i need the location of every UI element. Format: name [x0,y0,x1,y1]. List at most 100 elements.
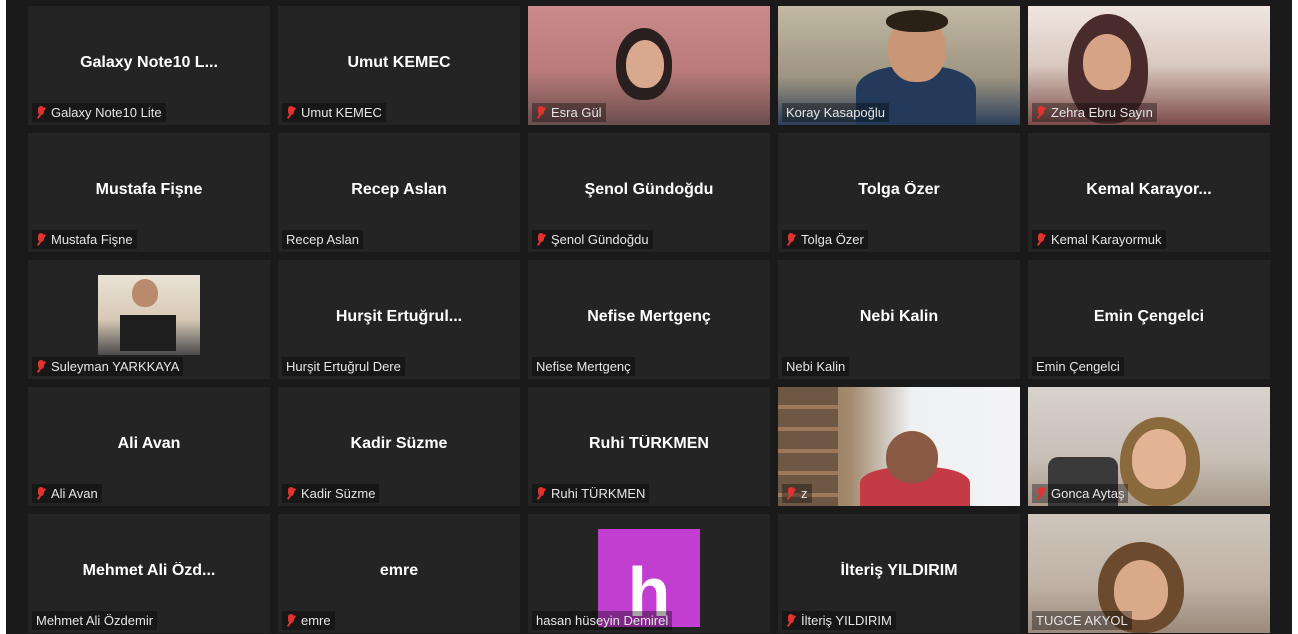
participant-label: TUGCE AKYOL [1032,611,1132,630]
participant-display-name: Galaxy Note10 L... [80,54,218,71]
participant-label: emre [282,611,335,630]
participant-label: Ali Avan [32,484,102,503]
participant-name: Galaxy Note10 Lite [51,105,162,120]
participant-label: z [782,484,812,503]
participant-tile[interactable]: Esra Gül [528,6,770,125]
participant-label: Esra Gül [532,103,606,122]
participant-tile[interactable]: Kadir Süzme Kadir Süzme [278,387,520,506]
participant-tile[interactable]: h hasan hüseyin Demirel [528,514,770,633]
participant-name: Kadir Süzme [301,486,376,501]
participant-label: Tolga Özer [782,230,868,249]
participant-label: Kadir Süzme [282,484,380,503]
participant-tile[interactable]: Tolga Özer Tolga Özer [778,133,1020,252]
participant-tile[interactable]: Gonca Aytaş [1028,387,1270,506]
participant-display-name: Tolga Özer [858,181,940,198]
participant-tile[interactable]: Hurşit Ertuğrul... Hurşit Ertuğrul Dere [278,260,520,379]
participant-grid: Galaxy Note10 L... Galaxy Note10 Lite Um… [28,6,1270,633]
participant-label: Nefise Mertgenç [532,357,635,376]
participant-display-name: Ali Avan [117,435,181,452]
participant-label: Ruhi TÜRKMEN [532,484,650,503]
participant-name: Umut KEMEC [301,105,382,120]
participant-profile-picture [98,275,200,355]
participant-name: Zehra Ebru Sayın [1051,105,1153,120]
participant-label: İlteriş YILDIRIM [782,611,896,630]
muted-mic-icon [1036,233,1046,246]
participant-video [778,387,1020,506]
participant-tile[interactable]: Recep Aslan Recep Aslan [278,133,520,252]
participant-display-name: Ruhi TÜRKMEN [589,435,709,452]
participant-name: Esra Gül [551,105,602,120]
participant-name: Kemal Karayormuk [1051,232,1162,247]
participant-name: Gonca Aytaş [1051,486,1125,501]
participant-display-name: Mustafa Fişne [95,181,203,198]
participant-tile[interactable]: Zehra Ebru Sayın [1028,6,1270,125]
participant-name: Koray Kasapoğlu [786,105,886,120]
muted-mic-icon [36,360,46,373]
participant-tile[interactable]: Nebi Kalin Nebi Kalin [778,260,1020,379]
participant-label: Emin Çengelci [1032,357,1124,376]
participant-tile[interactable]: İlteriş YILDIRIM İlteriş YILDIRIM [778,514,1020,633]
muted-mic-icon [36,487,46,500]
participant-display-name: Şenol Gündoğdu [584,181,714,198]
muted-mic-icon [786,614,796,627]
muted-mic-icon [1036,487,1046,500]
participant-label: Mustafa Fişne [32,230,137,249]
participant-display-name: Recep Aslan [351,181,447,198]
participant-tile[interactable]: Mustafa Fişne Mustafa Fişne [28,133,270,252]
participant-label: Mehmet Ali Özdemir [32,611,158,630]
participant-name: Mehmet Ali Özdemir [36,613,154,628]
participant-label: Umut KEMEC [282,103,386,122]
participant-label: Hurşit Ertuğrul Dere [282,357,405,376]
participant-display-name: Emin Çengelci [1093,308,1205,325]
participant-label: Koray Kasapoğlu [782,103,890,122]
participant-tile[interactable]: Kemal Karayor... Kemal Karayormuk [1028,133,1270,252]
participant-display-name: Kadir Süzme [350,435,448,452]
muted-mic-icon [286,106,296,119]
participant-name: emre [301,613,331,628]
muted-mic-icon [536,106,546,119]
participant-tile[interactable]: TUGCE AKYOL [1028,514,1270,633]
muted-mic-icon [536,233,546,246]
participant-label: Suleyman YARKKAYA [32,357,184,376]
participant-tile[interactable]: emre emre [278,514,520,633]
participant-tile[interactable]: Ali Avan Ali Avan [28,387,270,506]
participant-display-name: İlteriş YILDIRIM [840,562,958,579]
participant-display-name: Nebi Kalin [859,308,939,325]
participant-name: Şenol Gündoğdu [551,232,649,247]
participant-label: Nebi Kalin [782,357,850,376]
participant-label: Gonca Aytaş [1032,484,1129,503]
participant-tile[interactable]: Emin Çengelci Emin Çengelci [1028,260,1270,379]
participant-display-name: Hurşit Ertuğrul... [335,308,463,325]
participant-name: Tolga Özer [801,232,864,247]
participant-name: Hurşit Ertuğrul Dere [286,359,401,374]
muted-mic-icon [536,487,546,500]
participant-label: Kemal Karayormuk [1032,230,1166,249]
participant-display-name: emre [379,562,419,579]
participant-display-name: Nefise Mertgenç [587,308,711,325]
participant-name: TUGCE AKYOL [1036,613,1128,628]
participant-name: Nebi Kalin [786,359,846,374]
muted-mic-icon [786,233,796,246]
muted-mic-icon [36,106,46,119]
participant-tile[interactable]: Nefise Mertgenç Nefise Mertgenç [528,260,770,379]
participant-tile[interactable]: z [778,387,1020,506]
participant-tile[interactable]: Ruhi TÜRKMEN Ruhi TÜRKMEN [528,387,770,506]
participant-tile[interactable]: Mehmet Ali Özd... Mehmet Ali Özdemir [28,514,270,633]
participant-label: Zehra Ebru Sayın [1032,103,1157,122]
participant-name: Ruhi TÜRKMEN [551,486,646,501]
muted-mic-icon [786,487,796,500]
participant-tile[interactable]: Umut KEMEC Umut KEMEC [278,6,520,125]
participant-tile[interactable]: Galaxy Note10 L... Galaxy Note10 Lite [28,6,270,125]
participant-tile[interactable]: Suleyman YARKKAYA [28,260,270,379]
participant-display-name: Mehmet Ali Özd... [82,562,216,579]
meeting-gallery-view: Galaxy Note10 L... Galaxy Note10 Lite Um… [6,0,1292,634]
participant-tile[interactable]: Şenol Gündoğdu Şenol Gündoğdu [528,133,770,252]
participant-name: İlteriş YILDIRIM [801,613,892,628]
muted-mic-icon [286,614,296,627]
participant-display-name: Umut KEMEC [347,54,451,71]
participant-tile-active-speaker[interactable]: Koray Kasapoğlu [778,6,1020,125]
participant-name: Mustafa Fişne [51,232,133,247]
participant-name: Emin Çengelci [1036,359,1120,374]
muted-mic-icon [1036,106,1046,119]
muted-mic-icon [286,487,296,500]
